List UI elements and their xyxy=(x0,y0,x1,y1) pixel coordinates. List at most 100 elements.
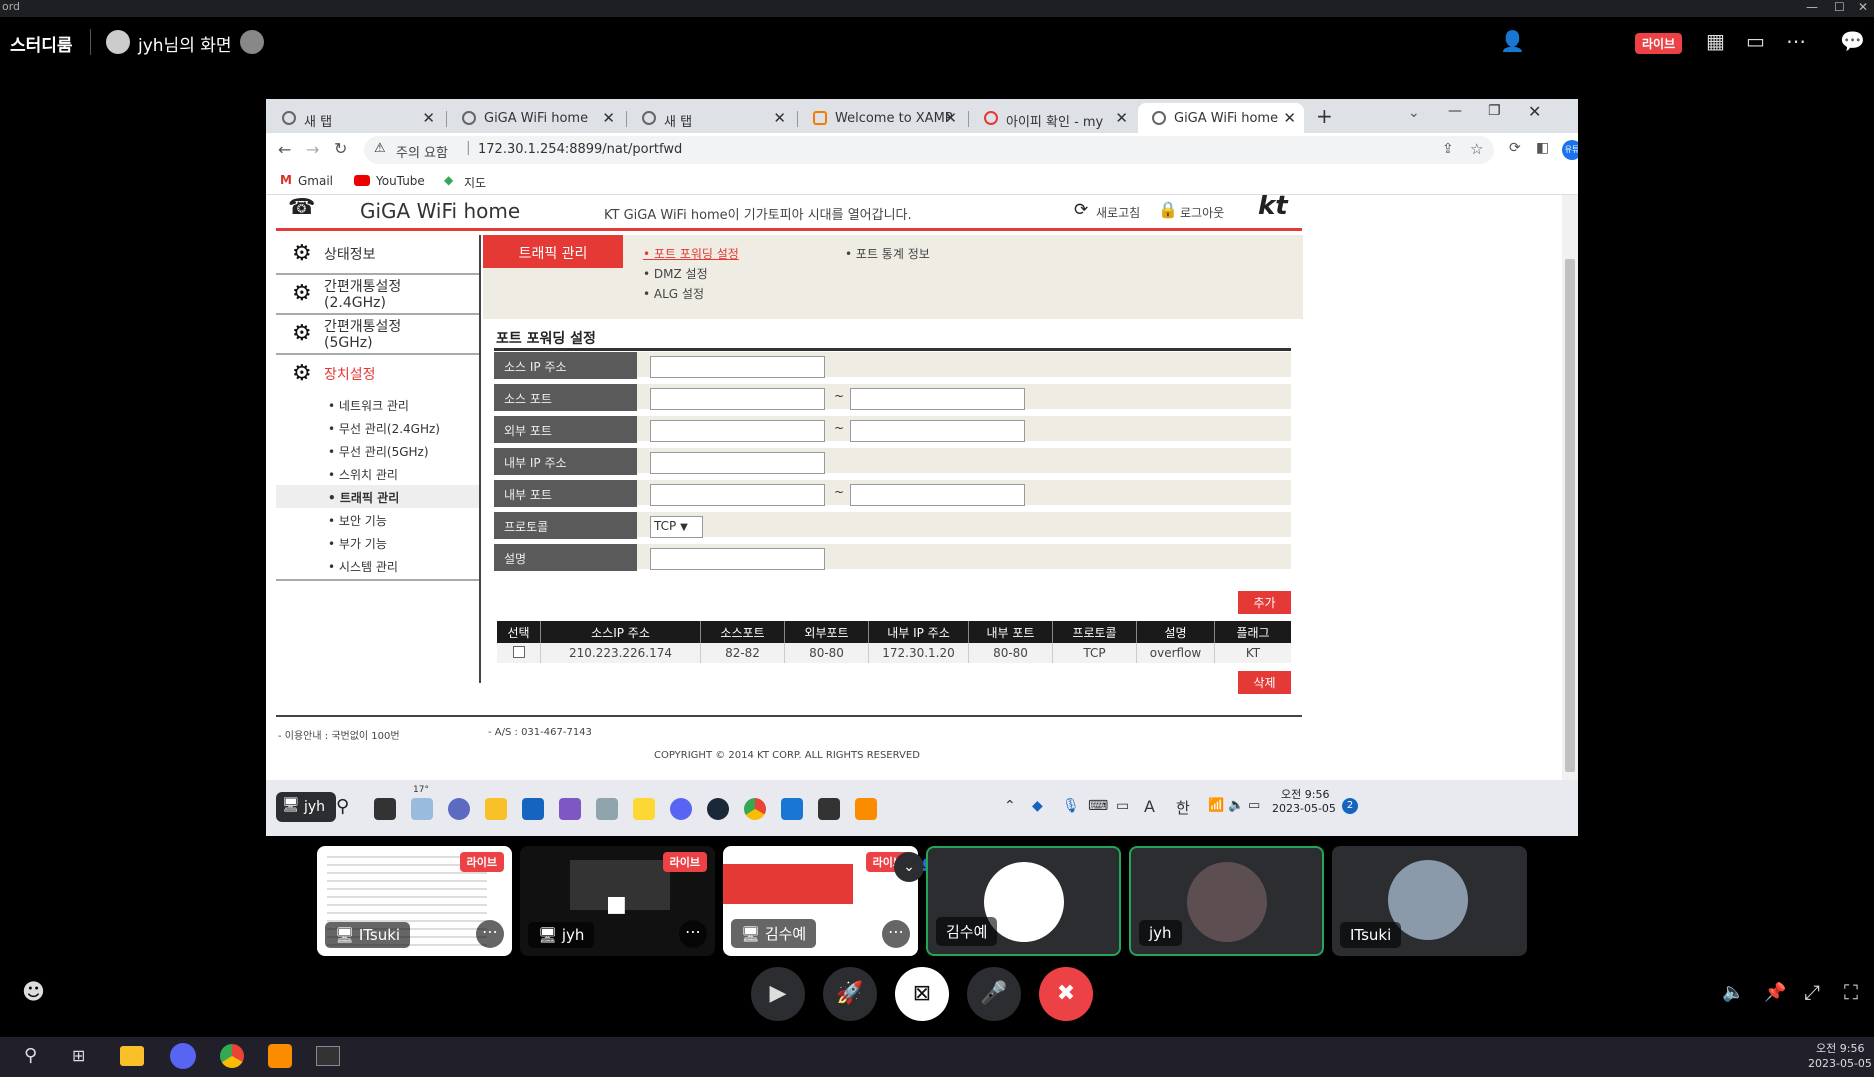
sub-item-network[interactable]: • 네트워크 관리 xyxy=(276,393,479,416)
browser-tab[interactable]: Welcome to XAMP ✕ xyxy=(799,103,965,133)
sub-item-traffic[interactable]: • 트래픽 관리 xyxy=(276,485,479,508)
profile-avatar[interactable]: 유튜 xyxy=(1562,140,1578,160)
chevron-up-icon[interactable]: ⌃ xyxy=(1004,798,1016,814)
mic-button[interactable]: 🎤 xyxy=(967,967,1021,1021)
link-dmz[interactable]: • DMZ 설정 xyxy=(643,265,708,282)
close-tab-icon[interactable]: ✕ xyxy=(1115,109,1128,127)
battery-icon[interactable]: ▭ xyxy=(1248,798,1260,813)
taskview-icon[interactable] xyxy=(374,798,396,820)
more-icon[interactable]: ⋯ xyxy=(882,920,910,948)
participant-tile[interactable]: 라이브 🖥 김수예 ⋯ xyxy=(723,846,918,956)
delete-button[interactable]: 삭제 xyxy=(1238,671,1291,694)
back-icon[interactable]: ← xyxy=(278,140,291,159)
link-port-forward[interactable]: • 포트 포워딩 설정 xyxy=(643,245,739,262)
table-row-checkbox[interactable] xyxy=(497,643,541,663)
keyboard-icon[interactable]: ⌨ xyxy=(1088,798,1108,814)
close-tab-icon[interactable]: ✕ xyxy=(773,109,786,127)
terminal-icon[interactable] xyxy=(316,1046,340,1066)
font-icon[interactable]: A xyxy=(1144,797,1155,816)
sub-item-switch[interactable]: • 스위치 관리 xyxy=(276,462,479,485)
chrome-icon[interactable] xyxy=(744,798,766,820)
teams-icon[interactable] xyxy=(448,798,470,820)
sub-item-wireless-24[interactable]: • 무선 관리(2.4GHz) xyxy=(276,416,479,439)
src-ip-input[interactable] xyxy=(650,356,825,378)
taskview-icon[interactable]: ⊞ xyxy=(72,1046,85,1065)
steam-icon[interactable] xyxy=(707,798,729,820)
ime-indicator[interactable]: 한 xyxy=(1176,797,1190,818)
sub-item-system[interactable]: • 시스템 관리 xyxy=(276,554,479,577)
folder-icon[interactable] xyxy=(485,798,507,820)
browser-tab[interactable]: GiGA WiFi home ✕ xyxy=(448,103,623,133)
checkbox[interactable] xyxy=(512,646,525,658)
camera-button[interactable]: ▶ xyxy=(751,967,805,1021)
xampp-icon[interactable] xyxy=(268,1044,292,1068)
participant-tile[interactable]: 라이브 🖥 ITsuki ⋯ xyxy=(317,846,512,956)
share-icon[interactable]: ⇪ xyxy=(1442,141,1454,157)
ext-port-end-input[interactable] xyxy=(850,420,1025,442)
folder-icon[interactable] xyxy=(120,1046,144,1066)
terminal-icon[interactable] xyxy=(818,798,840,820)
int-ip-input[interactable] xyxy=(650,452,825,474)
maximize-icon[interactable]: ☐ xyxy=(1834,0,1845,14)
bookmark-maps[interactable]: 지도 xyxy=(464,174,486,191)
participant-tile[interactable]: ■ 라이브 🖥 jyh ⋯ xyxy=(520,846,715,956)
restore-icon[interactable]: ❐ xyxy=(1488,103,1501,119)
close-icon[interactable]: ✕ xyxy=(1528,102,1541,121)
discord-icon[interactable] xyxy=(670,798,692,820)
fullscreen-icon[interactable]: ⛶ xyxy=(1844,980,1858,1004)
screen-share-button[interactable]: ⊠ xyxy=(895,967,949,1021)
close-tab-icon[interactable]: ✕ xyxy=(1283,109,1296,127)
sidepanel-icon[interactable]: ◧ xyxy=(1536,140,1549,156)
participant-tile[interactable]: ITsuki xyxy=(1332,846,1527,956)
add-user-icon[interactable]: 👤 xyxy=(1500,29,1525,53)
ext-port-start-input[interactable] xyxy=(650,420,825,442)
sub-item-wireless-5[interactable]: • 무선 관리(5GHz) xyxy=(276,439,479,462)
pin-icon[interactable]: 📌 xyxy=(1764,982,1786,1003)
chrome-icon[interactable] xyxy=(220,1044,244,1068)
mic-icon[interactable]: 🎙 xyxy=(1062,798,1080,814)
tab-traffic[interactable]: 트래픽 관리 xyxy=(483,235,623,268)
more-icon[interactable]: ⋯ xyxy=(476,920,504,948)
sidebar-item-device[interactable]: ⚙ 장치설정 xyxy=(276,355,479,393)
minimize-icon[interactable]: — xyxy=(1806,0,1818,14)
minimize-icon[interactable]: — xyxy=(1448,103,1462,119)
xampp-icon[interactable] xyxy=(855,798,877,820)
link-port-stats[interactable]: • 포트 통계 정보 xyxy=(845,245,930,262)
remote-desktop-icon[interactable] xyxy=(781,798,803,820)
omnibox[interactable]: ⚠ 주의 요함 | 172.30.1.254:8899/nat/portfwd … xyxy=(364,136,1494,164)
reload-icon[interactable]: ↻ xyxy=(334,139,347,158)
bookmark-gmail[interactable]: Gmail xyxy=(298,174,333,188)
kakaotalk-icon[interactable] xyxy=(633,798,655,820)
popout-icon[interactable]: ⤢ xyxy=(1804,980,1820,1004)
participant-tile[interactable]: jyh xyxy=(1129,846,1324,956)
sidebar-item-quick-5[interactable]: ⚙ 간편개통설정 (5GHz) xyxy=(276,315,479,355)
chevron-down-icon[interactable]: ⌄ xyxy=(894,852,924,882)
star-icon[interactable]: ☆ xyxy=(1470,140,1483,158)
logout-link[interactable]: 로그아웃 xyxy=(1180,204,1224,221)
tray-icon[interactable]: ▭ xyxy=(1116,798,1129,814)
chat-icon[interactable]: 💬 xyxy=(1840,29,1865,53)
notification-badge[interactable]: 2 xyxy=(1342,798,1358,814)
add-button[interactable]: 추가 xyxy=(1238,591,1291,614)
disconnect-button[interactable]: ✖ xyxy=(1039,967,1093,1021)
wifi-icon[interactable]: 📶 xyxy=(1208,798,1224,813)
tab-search-icon[interactable]: ⌄ xyxy=(1408,105,1420,121)
participant-tile[interactable]: 김수예 xyxy=(926,846,1121,956)
search-icon[interactable]: ⚲ xyxy=(24,1045,37,1066)
photos-icon[interactable] xyxy=(596,798,618,820)
activity-button[interactable]: 🚀 xyxy=(823,967,877,1021)
more-icon[interactable]: ⋯ xyxy=(1786,29,1806,53)
link-alg[interactable]: • ALG 설정 xyxy=(643,285,704,302)
scrollbar-thumb[interactable] xyxy=(1565,259,1575,772)
sidebar-item-quick-24[interactable]: ⚙ 간편개통설정 (2.4GHz) xyxy=(276,275,479,315)
int-port-start-input[interactable] xyxy=(650,484,825,506)
browser-tab[interactable]: 새 탭 ✕ xyxy=(268,103,443,133)
weather-icon[interactable] xyxy=(411,798,433,820)
src-port-end-input[interactable] xyxy=(850,388,1025,410)
int-port-end-input[interactable] xyxy=(850,484,1025,506)
visual-studio-icon[interactable] xyxy=(559,798,581,820)
sidebar-item-status[interactable]: ⚙ 상태정보 xyxy=(276,235,479,275)
volume-icon[interactable]: 🔈 xyxy=(1228,798,1244,813)
browser-tab[interactable]: 아이피 확인 - my ✕ xyxy=(970,103,1136,133)
popout-icon[interactable]: ▭ xyxy=(1746,29,1765,53)
